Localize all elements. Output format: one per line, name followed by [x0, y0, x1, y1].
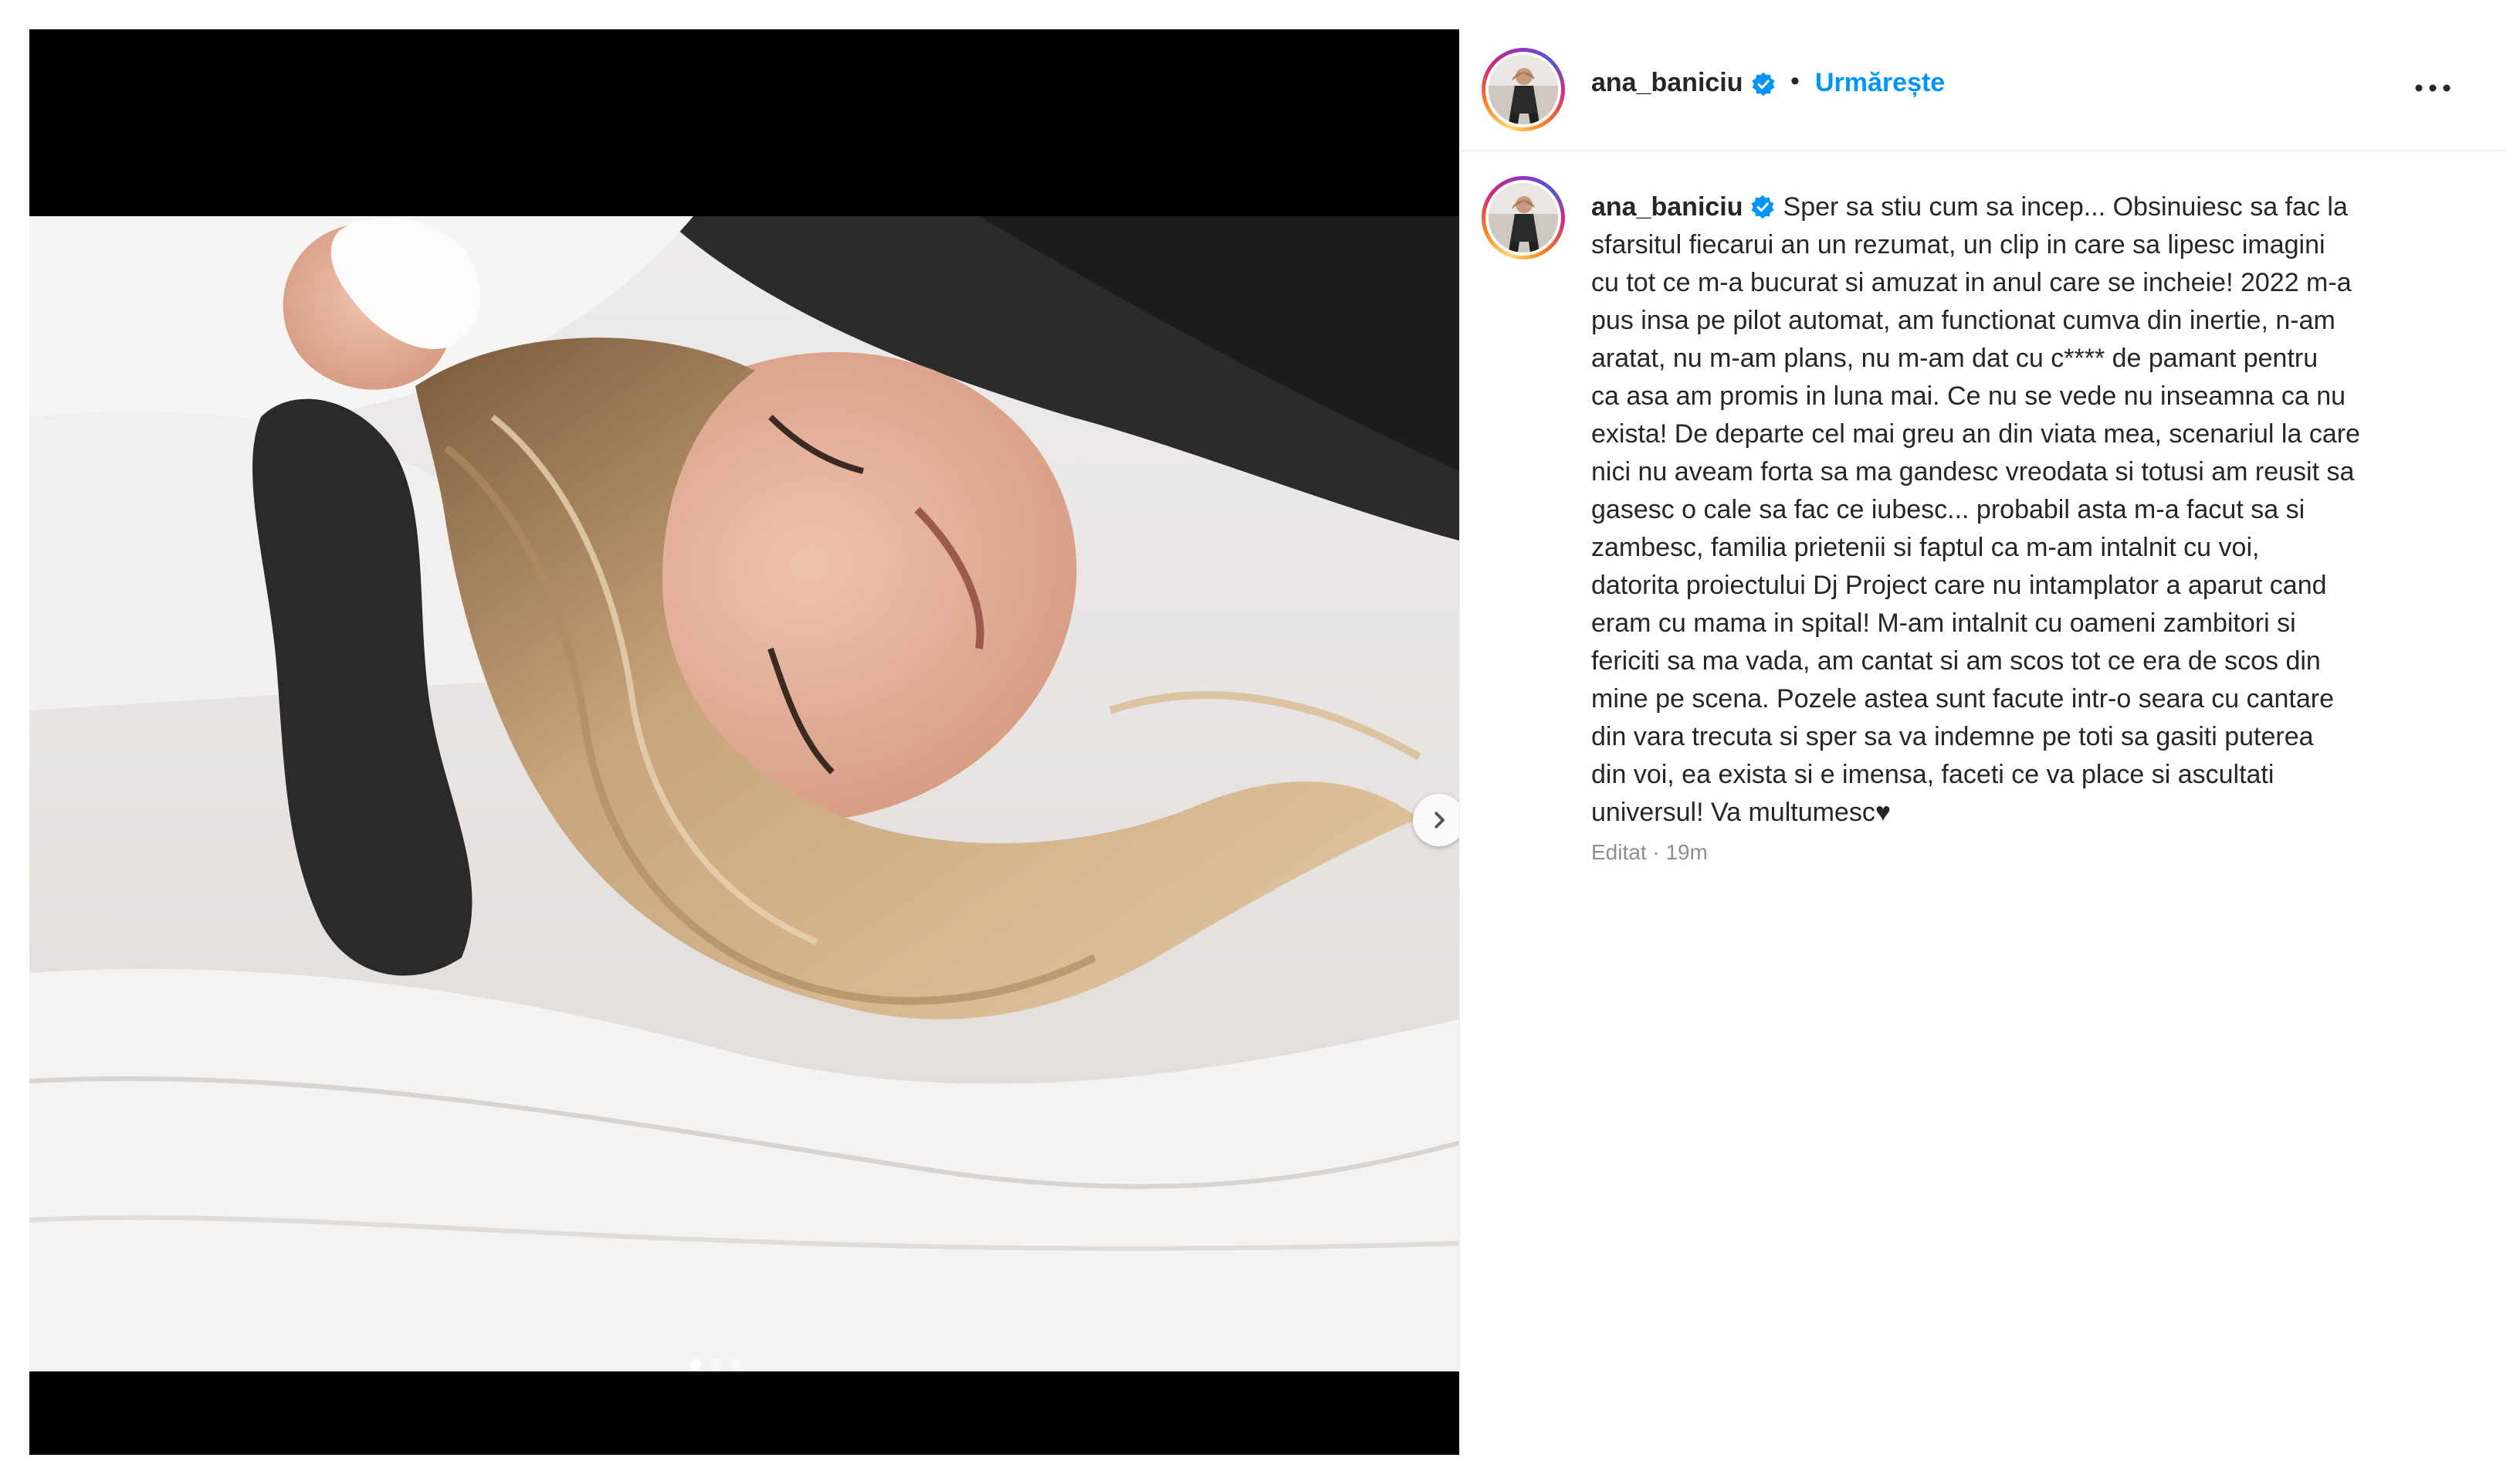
profile-picture-icon	[1489, 183, 1558, 253]
post-caption: ana_baniciu Sper sa stiu cum sa incep... …	[1591, 188, 2479, 832]
caption-line: fericiti sa ma vada, am cantat si am sco…	[1591, 646, 2321, 676]
caption-line: pus insa pe pilot automat, am functionat…	[1591, 306, 2335, 335]
caption-line: din voi, ea exista si e imensa, faceti c…	[1591, 760, 2274, 789]
caption-line: mine pe scena. Pozele astea sunt facute …	[1591, 684, 2334, 714]
avatar-image	[1489, 55, 1558, 124]
caption-line: din vara trecuta si sper sa va indemne p…	[1591, 722, 2314, 751]
caption-line: ana_baniciu Sper sa stiu cum sa incep... …	[1591, 188, 2479, 226]
verified-badge-icon	[1751, 195, 1773, 219]
carousel-next-button[interactable]	[1413, 794, 1459, 846]
profile-picture-icon	[1489, 55, 1558, 124]
caption-line: cu tot ce m-a bucurat si amuzat in anul …	[1591, 268, 2352, 297]
caption-line: aratat, nu m-am plans, nu m-am dat cu c*…	[1591, 344, 2318, 373]
caption-line: nici nu aveam forta sa ma gandesc vreoda…	[1591, 457, 2355, 486]
instagram-post-window: ana_baniciu • Urmărește ana_baniciu Sper…	[0, 0, 2520, 1478]
caption-line: eram cu mama in spital! M-am intalnit cu…	[1591, 608, 2296, 638]
caption-line: gasesc o cale sa fac ce iubesc... probab…	[1591, 495, 2305, 524]
post-edited-timestamp[interactable]: Editat · 19m	[1591, 840, 1708, 865]
caption-line: zambesc, familia prietenii si faptul ca …	[1591, 533, 2260, 562]
post-photo	[29, 216, 1459, 1371]
more-options-button[interactable]	[2410, 76, 2456, 100]
carousel-dot	[730, 1359, 741, 1370]
header-separator: •	[1790, 66, 1800, 96]
avatar[interactable]	[1482, 48, 1565, 131]
caption-line: ca asa am promis in luna mai. Ce nu se v…	[1591, 381, 2346, 411]
avatar-border	[1485, 52, 1561, 127]
caption-avatar[interactable]	[1482, 176, 1565, 259]
caption-line: sfarsitul fiecarui an un rezumat, un cli…	[1591, 230, 2325, 259]
avatar-image	[1489, 183, 1558, 253]
post-media	[29, 29, 1459, 1455]
carousel-dot	[690, 1359, 701, 1370]
caption-username[interactable]: ana_baniciu	[1591, 192, 1743, 222]
caption-line: universul! Va multumesc♥	[1591, 798, 1892, 827]
post-author-username[interactable]: ana_baniciu	[1591, 68, 1743, 98]
follow-button[interactable]: Urmărește	[1815, 68, 1945, 98]
post-header: ana_baniciu • Urmărește	[1460, 29, 2506, 151]
photo-illustration	[29, 216, 1459, 1371]
post-sidebar: ana_baniciu • Urmărește ana_baniciu Sper…	[1459, 29, 2506, 1455]
verified-badge-icon	[1752, 72, 1775, 97]
carousel-indicator	[690, 1359, 741, 1370]
caption-line: exista! De departe cel mai greu an din v…	[1591, 419, 2360, 449]
chevron-right-icon	[1434, 812, 1445, 829]
caption-line: datorita proiectului Dj Project care nu …	[1591, 571, 2327, 600]
avatar-border	[1485, 180, 1561, 256]
carousel-dot	[710, 1359, 721, 1370]
caption-text: Sper sa stiu cum sa incep... Obsinuiesc …	[1783, 192, 2348, 222]
more-options-icon	[2415, 84, 2451, 92]
